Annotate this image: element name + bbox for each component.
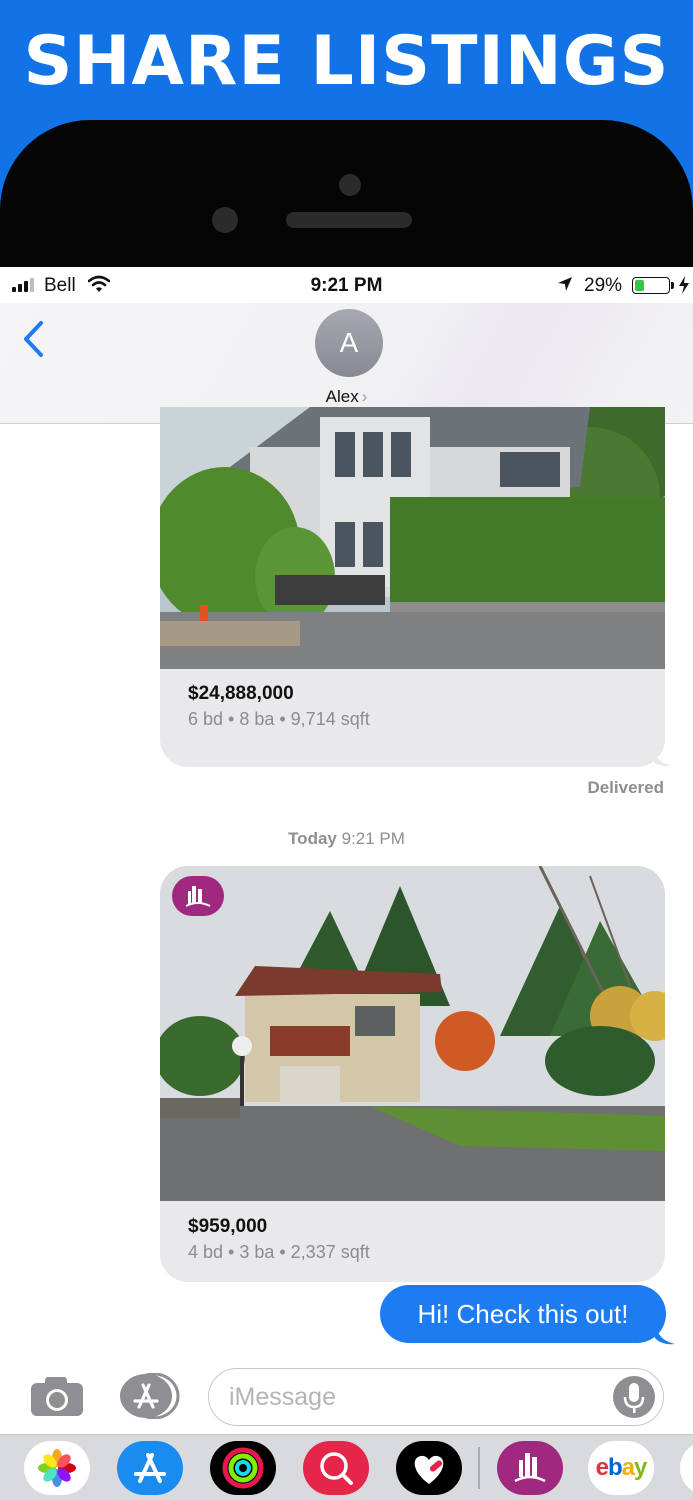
outgoing-message-bubble[interactable]: Hi! Check this out! [380, 1285, 666, 1343]
listing-photo [160, 407, 665, 669]
contact-name: Alex [325, 387, 359, 406]
app-store-icon[interactable] [117, 1441, 183, 1495]
listing-info: $24,888,000 6 bd • 8 ba • 9,714 sqft [188, 683, 370, 730]
listing-price: $24,888,000 [188, 683, 294, 704]
drawer-divider [478, 1447, 480, 1489]
proximity-sensor [212, 207, 238, 233]
contact-avatar[interactable]: A [315, 309, 383, 377]
listing-card[interactable]: $24,888,000 6 bd • 8 ba • 9,714 sqft [160, 407, 665, 767]
banner-title: SHARE LISTINGS [23, 22, 670, 101]
more-apps-icon[interactable] [680, 1441, 693, 1495]
heart-app-icon[interactable] [396, 1441, 462, 1495]
listing-photo [160, 866, 665, 1201]
activity-icon[interactable] [210, 1441, 276, 1495]
promo-banner: SHARE LISTINGS [0, 0, 693, 140]
battery-level [635, 280, 645, 291]
status-bar: Bell 9:21 PM 29% [0, 267, 693, 303]
battery-icon [632, 277, 670, 294]
phone-bezel [0, 120, 693, 280]
conversation-header: A Alex › [0, 303, 693, 424]
search-app-icon[interactable] [303, 1441, 369, 1495]
listing-price: $959,000 [188, 1216, 268, 1237]
listing-details: 6 bd • 8 ba • 9,714 sqft [188, 709, 370, 729]
chevron-right-icon: › [361, 387, 368, 406]
location-arrow-icon [558, 277, 572, 291]
listing-info: $959,000 4 bd • 3 ba • 2,337 sqft [188, 1216, 370, 1263]
earpiece-speaker [286, 212, 412, 228]
timestamp-day: Today [288, 829, 337, 848]
front-camera [339, 174, 361, 196]
listings-app-icon[interactable] [497, 1441, 563, 1495]
message-input[interactable] [229, 1379, 609, 1415]
phone-screen: Bell 9:21 PM 29% A Alex › $24,888,000 6 … [0, 267, 693, 1500]
bubble-tail [652, 745, 672, 767]
imessage-input-field[interactable] [208, 1368, 664, 1426]
listings-app-badge-icon [172, 876, 224, 916]
charging-bolt-icon [679, 276, 689, 294]
bubble-tail [655, 1323, 675, 1345]
photos-icon[interactable] [24, 1441, 90, 1495]
app-store-icon[interactable] [118, 1373, 180, 1419]
camera-icon[interactable] [30, 1375, 84, 1417]
contact-name-button[interactable]: Alex › [0, 387, 693, 407]
listing-details: 4 bd • 3 ba • 2,337 sqft [188, 1242, 370, 1262]
microphone-icon [623, 1383, 645, 1413]
back-chevron-icon[interactable] [20, 319, 46, 359]
listing-card[interactable]: $959,000 4 bd • 3 ba • 2,337 sqft [160, 866, 665, 1282]
delivery-status: Delivered [587, 778, 664, 797]
outgoing-message-text: Hi! Check this out! [417, 1298, 629, 1329]
imessage-app-drawer: ebay [0, 1434, 693, 1500]
microphone-button[interactable] [613, 1376, 655, 1418]
battery-tip [671, 282, 674, 289]
ebay-icon[interactable]: ebay [588, 1441, 654, 1495]
message-timestamp: Today 9:21 PM [0, 829, 693, 849]
battery-percent: 29% [584, 275, 623, 296]
ebay-label: ebay [595, 1454, 648, 1481]
timestamp-time: 9:21 PM [341, 829, 405, 848]
